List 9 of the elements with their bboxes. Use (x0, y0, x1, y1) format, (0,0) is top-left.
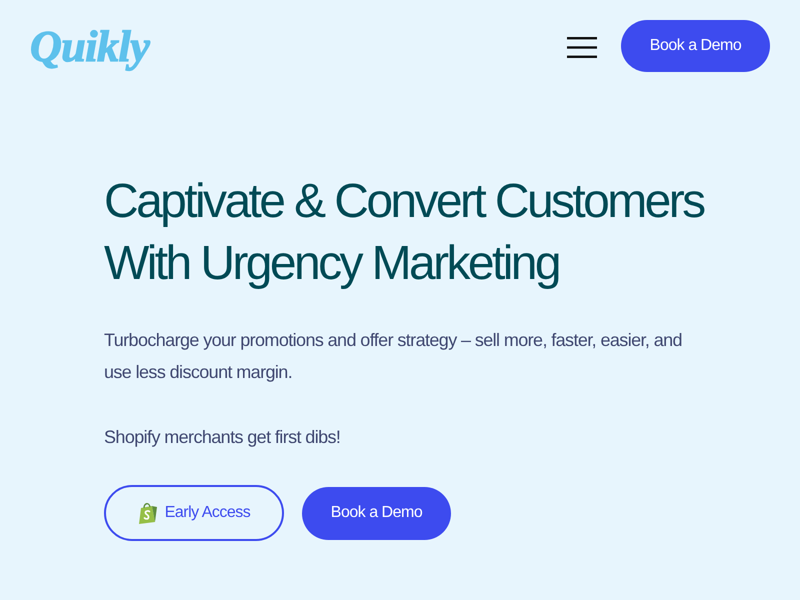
hero-paragraph: Shopify merchants get first dibs! (104, 426, 342, 449)
menu-button[interactable] (567, 36, 597, 58)
book-demo-button[interactable]: Book a Demo (302, 486, 451, 540)
early-access-button[interactable]: Early Access (104, 485, 284, 541)
menu-icon (567, 36, 597, 58)
book-demo-button[interactable]: Book a Demo (621, 20, 770, 72)
hero-paragraph: Turbocharge your promotions and offer strategy – sell more, faster, easier, and use less discount margin. (104, 329, 683, 384)
shopping-bag-icon (138, 502, 158, 524)
hero-heading: Captivate & Convert Customers With Urgency Marketing (104, 174, 706, 292)
